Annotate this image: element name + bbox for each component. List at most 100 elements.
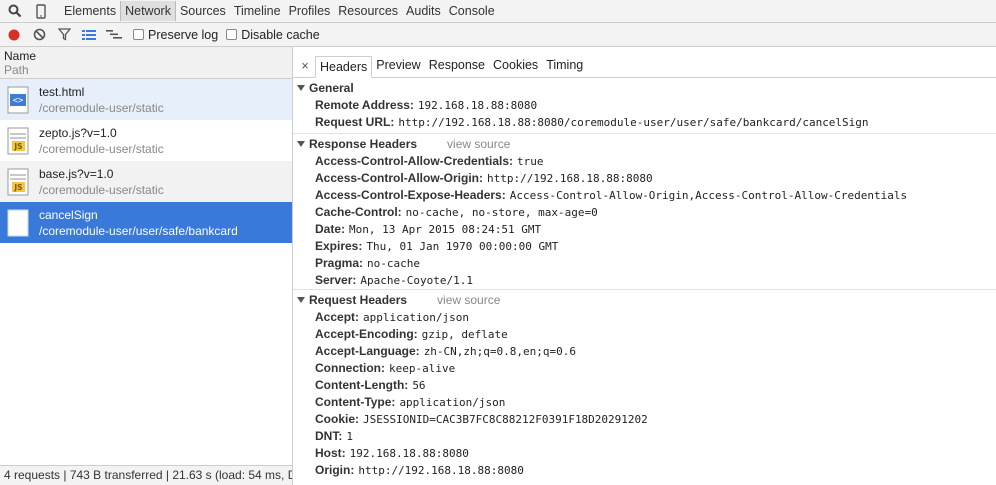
header-value: JSESSIONID=CAC3B7FC8C88212F0391F18D20291… [363, 413, 648, 426]
header-value: http://192.168.18.88:8080 [487, 172, 653, 185]
tab-elements[interactable]: Elements [60, 1, 120, 21]
request-headers-section: Request Headers view source Accept: appli… [293, 290, 996, 479]
header-row: Connection: keep-alive [293, 360, 996, 377]
tab-timing[interactable]: Timing [542, 55, 587, 77]
expand-triangle-icon[interactable] [297, 84, 305, 91]
header-value: http://192.168.18.88:8080/coremodule-use… [398, 116, 869, 129]
header-key: Remote Address: [315, 98, 414, 112]
filter-icon[interactable] [53, 24, 75, 46]
list-item-selected[interactable]: cancelSign /coremodule-user/user/safe/ba… [0, 202, 292, 243]
header-key: Access-Control-Expose-Headers: [315, 188, 506, 202]
header-value: Mon, 13 Apr 2015 08:24:51 GMT [349, 223, 542, 236]
header-key: Date: [315, 222, 346, 236]
detail-tabs: × Headers Preview Response Cookies Timin… [293, 47, 996, 78]
checkbox-box[interactable] [133, 29, 144, 40]
request-headers-header[interactable]: Request Headers view source [293, 290, 996, 309]
header-key: Accept-Language: [315, 344, 420, 358]
svg-text:JS: JS [13, 183, 22, 192]
waterfall-icon[interactable] [103, 24, 125, 46]
header-key: Cookie: [315, 412, 360, 426]
tab-headers[interactable]: Headers [315, 56, 373, 78]
header-row: Cache-Control: no-cache, no-store, max-ag… [293, 204, 996, 221]
tab-profiles[interactable]: Profiles [285, 1, 335, 21]
tab-audits[interactable]: Audits [402, 1, 445, 21]
tab-preview[interactable]: Preview [372, 55, 424, 77]
list-view-icon[interactable] [78, 24, 100, 46]
disable-cache-label: Disable cache [241, 27, 320, 42]
header-key: DNT: [315, 429, 343, 443]
header-value: application/json [399, 396, 506, 409]
tab-response[interactable]: Response [425, 55, 489, 77]
header-value: http://192.168.18.88:8080 [358, 464, 524, 477]
header-key: Accept-Encoding: [315, 327, 418, 341]
header-row: Access-Control-Expose-Headers: Access-Con… [293, 187, 996, 204]
close-icon[interactable]: × [297, 55, 313, 77]
expand-triangle-icon[interactable] [297, 296, 305, 303]
header-value: Access-Control-Allow-Origin,Access-Contr… [509, 189, 908, 202]
record-icon[interactable] [3, 24, 25, 46]
preserve-log-checkbox[interactable]: Preserve log [133, 28, 218, 42]
panel-tabs: Elements Network Sources Timeline Profil… [60, 0, 499, 22]
request-path: /coremodule-user/static [39, 182, 164, 197]
svg-text:<>: <> [13, 96, 24, 106]
header-row: DNT: 1 [293, 428, 996, 445]
header-key: Accept: [315, 310, 360, 324]
header-key: Pragma: [315, 256, 364, 270]
response-headers-header[interactable]: Response Headers view source [293, 134, 996, 153]
header-row: Pragma: no-cache [293, 255, 996, 272]
request-name: cancelSign [39, 207, 98, 222]
header-key: Server: [315, 273, 357, 287]
column-name: Name [4, 49, 37, 63]
header-value: 56 [412, 379, 426, 392]
request-details: × Headers Preview Response Cookies Timin… [293, 47, 996, 485]
tab-resources[interactable]: Resources [334, 1, 402, 21]
request-path: /coremodule-user/static [39, 141, 164, 156]
disable-cache-checkbox[interactable]: Disable cache [226, 28, 320, 42]
header-key: Content-Length: [315, 378, 409, 392]
header-value: Apache-Coyote/1.1 [360, 274, 473, 287]
status-bar: 4 requests | 743 B transferred | 21.63 s… [0, 465, 292, 485]
list-item[interactable]: JS base.js?v=1.0 /coremodule-user/static [0, 161, 292, 202]
expand-triangle-icon[interactable] [297, 140, 305, 147]
html-file-icon: <> [6, 85, 30, 115]
request-name: base.js?v=1.0 [39, 166, 114, 181]
header-key: Connection: [315, 361, 385, 375]
general-header[interactable]: General [293, 78, 996, 97]
header-key: Cache-Control: [315, 205, 402, 219]
section-title: Request Headers [309, 292, 408, 307]
tab-cookies[interactable]: Cookies [489, 55, 542, 77]
header-row: Accept-Language: zh-CN,zh;q=0.8,en;q=0.6 [293, 343, 996, 360]
checkbox-box[interactable] [226, 29, 238, 40]
header-row: Remote Address: 192.168.18.88:8080 [293, 97, 996, 114]
tab-sources[interactable]: Sources [176, 1, 230, 21]
tab-console[interactable]: Console [445, 1, 499, 21]
header-value: no-cache [367, 257, 421, 270]
view-source-link[interactable]: view source [437, 293, 500, 307]
search-icon[interactable] [4, 0, 26, 22]
tab-timeline[interactable]: Timeline [230, 1, 285, 21]
header-key: Content-Type: [315, 395, 396, 409]
request-name: test.html [39, 84, 85, 99]
header-value: 192.168.18.88:8080 [417, 99, 538, 112]
header-row: Expires: Thu, 01 Jan 1970 00:00:00 GMT [293, 238, 996, 255]
header-row: Request URL: http://192.168.18.88:8080/co… [293, 114, 996, 131]
view-source-link[interactable]: view source [447, 137, 510, 151]
device-mode-icon[interactable] [30, 0, 52, 22]
header-value: no-cache, no-store, max-age=0 [405, 206, 598, 219]
list-item[interactable]: <> test.html /coremodule-user/static [0, 79, 292, 120]
header-row: Access-Control-Allow-Credentials: true [293, 153, 996, 170]
header-row: Cookie: JSESSIONID=CAC3B7FC8C88212F0391F1… [293, 411, 996, 428]
header-key: Access-Control-Allow-Origin: [315, 171, 484, 185]
header-value: gzip, deflate [421, 328, 508, 341]
header-value: zh-CN,zh;q=0.8,en;q=0.6 [423, 345, 577, 358]
svg-text:JS: JS [13, 142, 22, 151]
request-path: /coremodule-user/user/safe/bankcard [39, 223, 238, 238]
header-key: Origin: [315, 463, 355, 477]
list-item[interactable]: JS zepto.js?v=1.0 /coremodule-user/stati… [0, 120, 292, 161]
request-name: zepto.js?v=1.0 [39, 125, 117, 140]
preserve-log-label: Preserve log [148, 27, 219, 42]
tab-network[interactable]: Network [120, 1, 176, 21]
clear-icon[interactable] [28, 24, 50, 46]
column-header[interactable]: Name Path [0, 47, 292, 79]
header-value: true [517, 155, 544, 168]
